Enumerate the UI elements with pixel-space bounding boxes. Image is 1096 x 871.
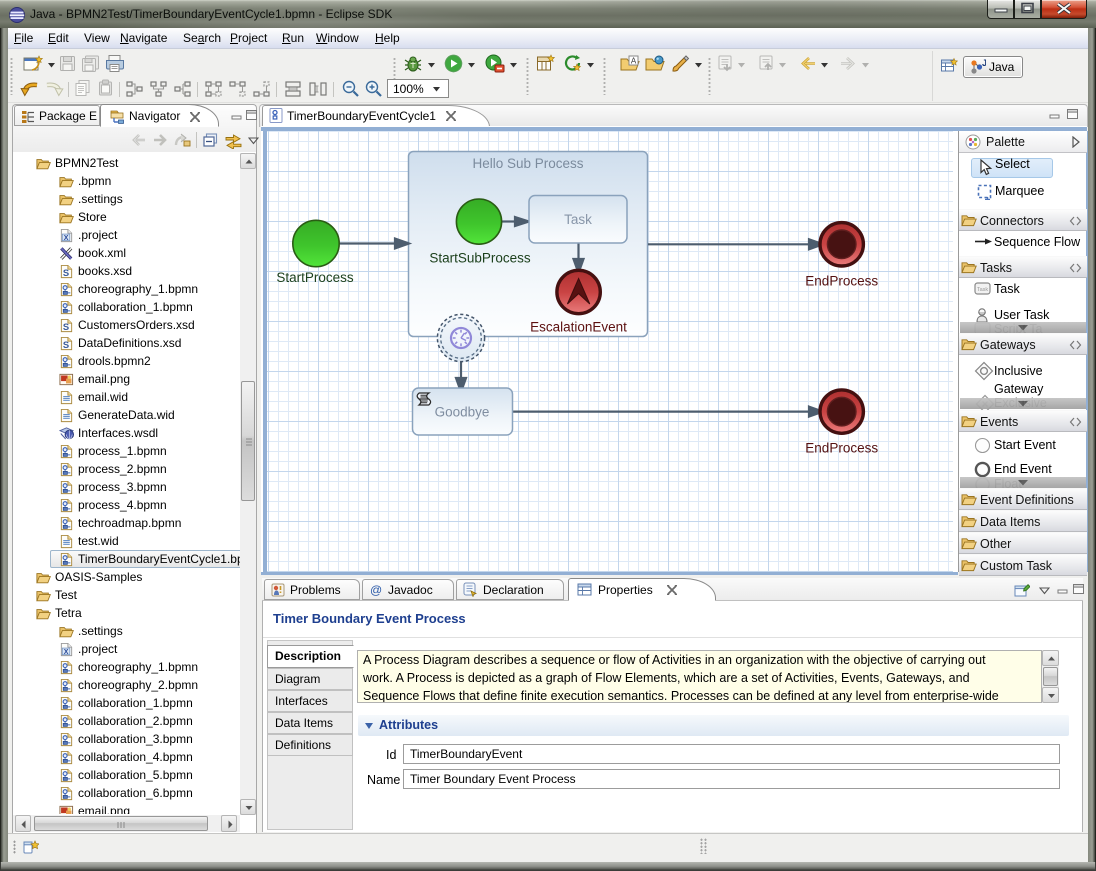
svg-text:EndProcess: EndProcess	[805, 274, 878, 289]
svg-text:Task: Task	[564, 212, 592, 227]
svg-text:EndProcess: EndProcess	[805, 441, 878, 456]
svg-text:A: A	[631, 57, 637, 66]
svg-text:StartSubProcess: StartSubProcess	[429, 251, 531, 266]
svg-text:EscalationEvent: EscalationEvent	[530, 320, 627, 335]
svg-text:StartProcess: StartProcess	[276, 270, 354, 285]
svg-text:Goodbye: Goodbye	[435, 405, 490, 420]
svg-text:Hello Sub Process: Hello Sub Process	[472, 156, 583, 171]
svg-text:J: J	[982, 59, 986, 68]
svg-text:Task: Task	[977, 287, 989, 293]
